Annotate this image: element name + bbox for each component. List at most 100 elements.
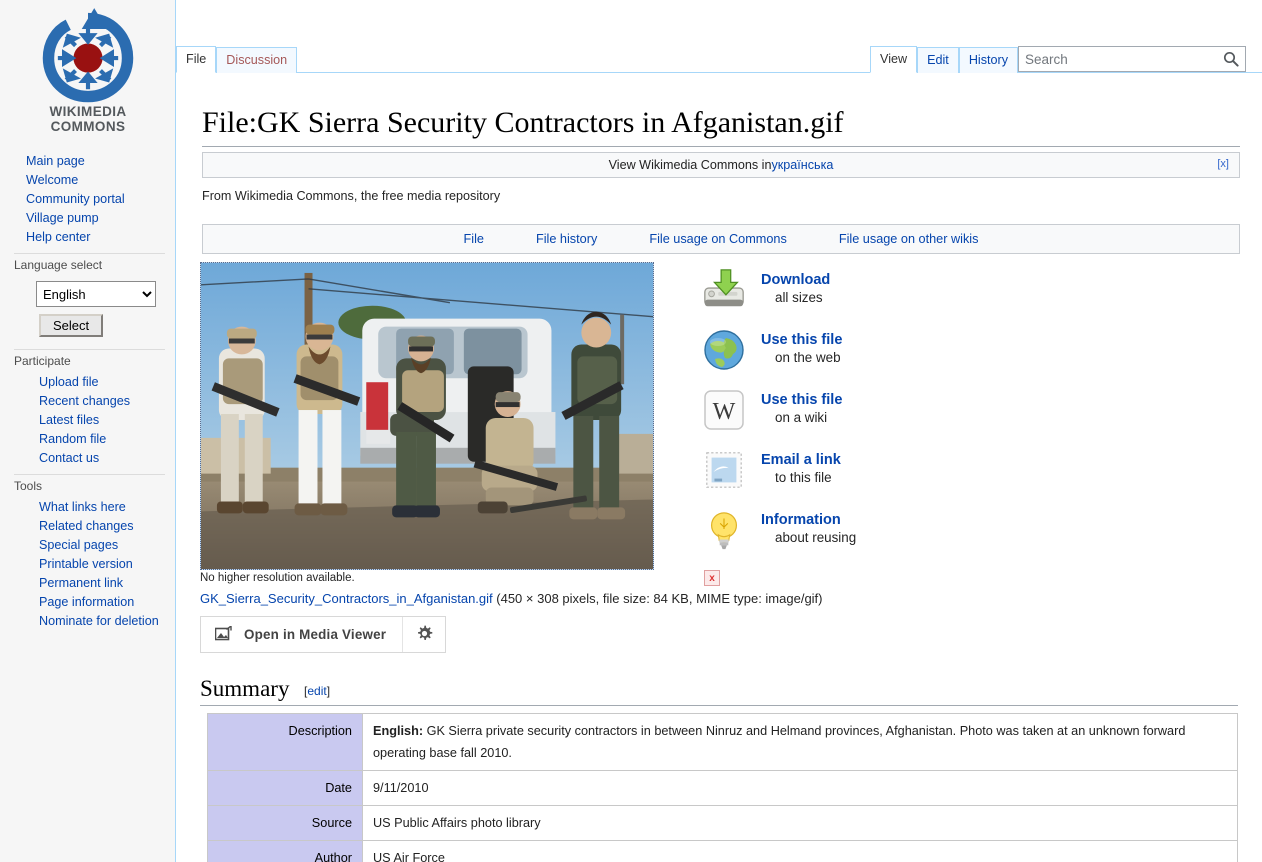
row-value-description: English: GK Sierra private security cont… <box>362 713 1238 771</box>
sidebar-item-related-changes[interactable]: Related changes <box>0 517 175 536</box>
language-select-heading: Language select <box>14 253 165 275</box>
site-logo[interactable]: WIKIMEDIA COMMONS <box>0 0 176 152</box>
download-text: Download all sizes <box>750 264 830 307</box>
sidebar-item-printable-version[interactable]: Printable version <box>0 555 175 574</box>
navigation-list: Main page Welcome Community portal Villa… <box>0 152 175 247</box>
media-viewer-label: Open in Media Viewer <box>244 627 387 642</box>
sidebar-link-printable-version[interactable]: Printable version <box>0 555 175 574</box>
file-details-text: (450 × 308 pixels, file size: 84 KB, MIM… <box>492 591 823 606</box>
email-a-link-link[interactable]: Email a link <box>761 452 841 469</box>
table-row: Source US Public Affairs photo library <box>207 805 1238 841</box>
sidebar-link-village-pump[interactable]: Village pump <box>0 209 175 228</box>
tab-file[interactable]: File <box>176 46 217 73</box>
edit-bracket-close: ] <box>326 684 331 698</box>
sidebar-item-community-portal[interactable]: Community portal <box>0 190 175 209</box>
sidebar-item-recent-changes[interactable]: Recent changes <box>0 392 175 411</box>
use-on-wiki-subtitle: on a wiki <box>775 410 828 425</box>
sidebar-item-what-links-here[interactable]: What links here <box>0 498 175 517</box>
search-icon[interactable] <box>1217 47 1245 71</box>
portlet-tools: Tools What links here Related changes Sp… <box>0 474 175 631</box>
download-drive-icon <box>698 264 750 316</box>
sidebar-link-what-links-here[interactable]: What links here <box>0 498 175 517</box>
sidebar-item-main-page[interactable]: Main page <box>0 152 175 171</box>
language-select-submit-button[interactable]: Select <box>39 314 104 337</box>
sidebar-item-help-center[interactable]: Help center <box>0 228 175 247</box>
open-in-media-viewer-button[interactable]: Open in Media Viewer <box>201 617 404 652</box>
file-section-links: File File history File usage on Commons … <box>202 224 1240 254</box>
file-link-usage-on-commons[interactable]: File usage on Commons <box>649 232 787 246</box>
page-title: File:GK Sierra Security Contractors in A… <box>202 106 844 139</box>
sidebar-link-community-portal[interactable]: Community portal <box>0 190 175 209</box>
file-actions-panel: Download all sizes Use this file on the … <box>698 264 1028 564</box>
information-link[interactable]: Information <box>761 512 856 529</box>
media-viewer-settings-button[interactable] <box>403 617 445 652</box>
tab-view[interactable]: View <box>870 46 918 73</box>
row-value-source: US Public Affairs photo library <box>362 805 1238 841</box>
file-action-use-on-wiki[interactable]: W Use this file on a wiki <box>698 384 1028 444</box>
lightbulb-icon <box>698 504 750 556</box>
sidebar-link-random-file[interactable]: Random file <box>0 430 175 449</box>
language-banner: View Wikimedia Commons in українська [x] <box>202 152 1240 178</box>
sidebar-item-contact-us[interactable]: Contact us <box>0 449 175 468</box>
title-divider <box>202 146 1240 147</box>
download-link[interactable]: Download <box>761 272 830 289</box>
sidebar-item-page-information[interactable]: Page information <box>0 593 175 612</box>
sidebar-link-related-changes[interactable]: Related changes <box>0 517 175 536</box>
information-subtitle: about reusing <box>775 530 857 545</box>
sidebar-link-welcome[interactable]: Welcome <box>0 171 175 190</box>
sidebar-item-latest-files[interactable]: Latest files <box>0 411 175 430</box>
sidebar-item-village-pump[interactable]: Village pump <box>0 209 175 228</box>
sidebar-link-help-center[interactable]: Help center <box>0 228 175 247</box>
sidebar-item-upload-file[interactable]: Upload file <box>0 373 175 392</box>
sidebar: WIKIMEDIA COMMONS Main page Welcome Comm… <box>0 0 176 862</box>
file-link-usage-on-other-wikis[interactable]: File usage on other wikis <box>839 232 979 246</box>
row-value-date: 9/11/2010 <box>362 770 1238 806</box>
sidebar-link-permanent-link[interactable]: Permanent link <box>0 574 175 593</box>
portlet-participate: Participate Upload file Recent changes L… <box>0 349 175 468</box>
row-value-author: US Air Force <box>362 840 1238 862</box>
use-on-web-link[interactable]: Use this file <box>761 332 842 349</box>
sidebar-link-page-information[interactable]: Page information <box>0 593 175 612</box>
portlet-language-select: Language select English Select <box>0 253 175 343</box>
file-action-use-on-web[interactable]: Use this file on the web <box>698 324 1028 384</box>
search-input[interactable] <box>1019 48 1217 70</box>
sidebar-link-recent-changes[interactable]: Recent changes <box>0 392 175 411</box>
sidebar-item-welcome[interactable]: Welcome <box>0 171 175 190</box>
sidebar-link-main-page[interactable]: Main page <box>0 152 175 171</box>
tab-underline <box>176 72 1262 73</box>
sidebar-link-latest-files[interactable]: Latest files <box>0 411 175 430</box>
file-action-information[interactable]: Information about reusing <box>698 504 1028 564</box>
gear-icon <box>416 625 433 645</box>
file-link-file[interactable]: File <box>464 232 484 246</box>
tab-edit[interactable]: Edit <box>917 47 959 73</box>
search-box[interactable] <box>1018 46 1246 72</box>
language-select-dropdown[interactable]: English <box>36 281 156 307</box>
photograph-security-contractors <box>201 263 653 569</box>
view-tabs: View Edit History <box>870 45 1018 73</box>
file-image-thumbnail[interactable] <box>200 262 654 570</box>
sidebar-item-random-file[interactable]: Random file <box>0 430 175 449</box>
sidebar-item-permanent-link[interactable]: Permanent link <box>0 574 175 593</box>
tab-discussion[interactable]: Discussion <box>216 47 298 73</box>
download-subtitle: all sizes <box>775 290 823 305</box>
row-label-date: Date <box>207 770 363 806</box>
commons-file-page: WIKIMEDIA COMMONS Main page Welcome Comm… <box>0 0 1262 862</box>
language-banner-link[interactable]: українська <box>771 158 833 172</box>
file-action-download[interactable]: Download all sizes <box>698 264 1028 324</box>
file-name-link[interactable]: GK_Sierra_Security_Contractors_in_Afgani… <box>200 591 493 606</box>
table-row: Author US Air Force <box>207 840 1238 862</box>
sidebar-link-contact-us[interactable]: Contact us <box>0 449 175 468</box>
sidebar-link-nominate-for-deletion[interactable]: Nominate for deletion <box>0 612 175 631</box>
sidebar-item-special-pages[interactable]: Special pages <box>0 536 175 555</box>
table-row: Date 9/11/2010 <box>207 770 1238 806</box>
language-banner-close-icon[interactable]: [x] <box>1217 158 1229 170</box>
summary-edit-link[interactable]: edit <box>307 684 326 698</box>
file-action-email-link[interactable]: Email a link to this file <box>698 444 1028 504</box>
use-on-wiki-link[interactable]: Use this file <box>761 392 842 409</box>
tab-history[interactable]: History <box>958 47 1018 73</box>
portlet-navigation: Main page Welcome Community portal Villa… <box>0 152 175 247</box>
file-link-file-history[interactable]: File history <box>536 232 597 246</box>
sidebar-item-nominate-for-deletion[interactable]: Nominate for deletion <box>0 612 175 631</box>
sidebar-link-special-pages[interactable]: Special pages <box>0 536 175 555</box>
sidebar-link-upload-file[interactable]: Upload file <box>0 373 175 392</box>
